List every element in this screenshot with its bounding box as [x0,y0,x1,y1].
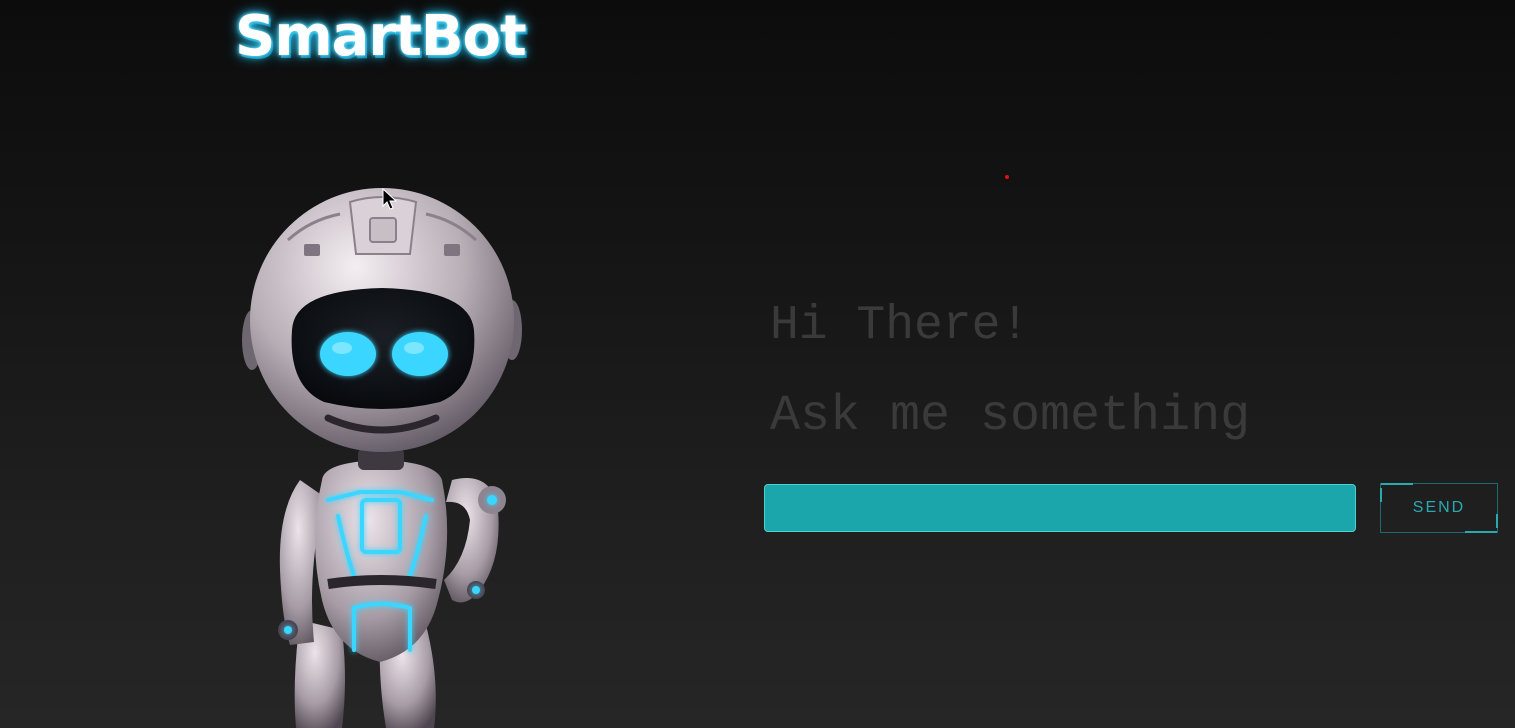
send-button[interactable]: SEND [1380,483,1498,533]
message-input[interactable] [764,484,1356,532]
red-dot-marker [1005,175,1009,179]
app-logo: SmartBot [235,4,527,69]
greeting-subtitle: Ask me something [770,388,1251,445]
robot-mascot-image [242,188,522,728]
send-button-label: SEND [1412,499,1466,516]
greeting-title: Hi There! [770,299,1030,353]
mouse-pointer-icon [382,188,398,210]
send-button-corner-left [1380,488,1382,502]
send-button-corner-right [1496,514,1498,528]
